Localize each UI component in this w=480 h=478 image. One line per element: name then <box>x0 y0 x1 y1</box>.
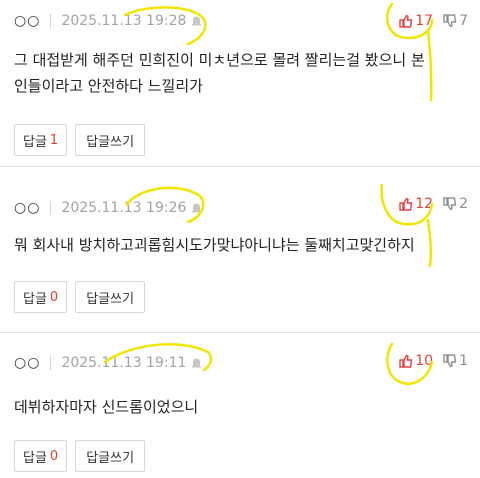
comment-actions: 답글 1 답글쓰기 <box>14 124 153 156</box>
comment-author: ○○ <box>14 13 41 29</box>
reply-count: 0 <box>49 448 59 464</box>
comment-item: ○○ 2025.11.13 19:28 17 7 그 대접받게 해주던 민희진이… <box>0 0 480 167</box>
bell-icon[interactable] <box>191 357 202 369</box>
thumbs-down-icon <box>443 197 457 211</box>
comment-meta: ○○ 2025.11.13 19:11 <box>14 352 202 374</box>
meta-divider <box>50 201 52 215</box>
comment-text-line: 그 대접받게 해주던 민희진이 미ㅊ년으로 몰려 짤리는걸 봤으니 본 <box>14 51 425 69</box>
comment-text-line: 데뷔하자마자 신드롬이었으니 <box>14 398 199 416</box>
comment-text: 데뷔하자마자 신드롬이었으니 <box>14 394 466 420</box>
comment-text: 뭐 회사내 방치하고괴롭힘시도가맞냐아니냐는 둘째치고맞긴하지 <box>14 232 466 258</box>
comment-author: ○○ <box>14 355 41 371</box>
bell-icon[interactable] <box>191 202 202 214</box>
reply-button[interactable]: 답글 0 <box>14 281 68 313</box>
bell-icon[interactable] <box>191 15 202 27</box>
thumbs-up-icon <box>399 14 413 28</box>
comment-item: ○○ 2025.11.13 19:26 12 2 뭐 회사내 방치하고괴롭힘시도… <box>0 166 480 333</box>
thumbs-down-icon <box>443 354 457 368</box>
comment-meta: ○○ 2025.11.13 19:28 <box>14 10 202 32</box>
downvote-count: 2 <box>459 196 468 212</box>
reply-label: 답글 <box>23 450 47 466</box>
comment-text-line: 뭐 회사내 방치하고괴롭힘시도가맞냐아니냐는 둘째치고맞긴하지 <box>14 236 415 254</box>
upvote-button[interactable]: 10 <box>399 353 433 369</box>
thumbs-up-icon <box>399 354 413 368</box>
comment-author: ○○ <box>14 200 41 216</box>
reply-button[interactable]: 답글 0 <box>14 440 68 472</box>
vote-group: 10 1 <box>399 350 468 372</box>
downvote-button[interactable]: 7 <box>443 13 468 29</box>
upvote-button[interactable]: 17 <box>399 13 433 29</box>
reply-label: 답글 <box>23 134 47 150</box>
meta-divider <box>50 14 52 28</box>
thumbs-down-icon <box>443 14 457 28</box>
write-reply-button[interactable]: 답글쓰기 <box>75 440 146 472</box>
meta-divider <box>50 356 52 370</box>
write-reply-button[interactable]: 답글쓰기 <box>75 124 146 156</box>
upvote-count: 10 <box>415 353 434 369</box>
comment-meta: ○○ 2025.11.13 19:26 <box>14 197 202 219</box>
downvote-button[interactable]: 2 <box>443 196 468 212</box>
comment-list: ○○ 2025.11.13 19:28 17 7 그 대접받게 해주던 민희진이… <box>0 0 480 478</box>
comment-actions: 답글 0 답글쓰기 <box>14 281 153 313</box>
comment-date: 2025.11.13 19:11 <box>61 355 187 371</box>
write-reply-button[interactable]: 답글쓰기 <box>75 281 146 313</box>
upvote-count: 17 <box>415 13 434 29</box>
comment-actions: 답글 0 답글쓰기 <box>14 440 153 472</box>
reply-count: 0 <box>49 289 59 305</box>
vote-group: 17 7 <box>399 10 468 32</box>
upvote-count: 12 <box>415 196 434 212</box>
thumbs-up-icon <box>399 197 413 211</box>
reply-label: 답글 <box>23 291 47 307</box>
comment-item: ○○ 2025.11.13 19:11 10 1 데뷔하자마자 신드롬이었으니 … <box>0 332 480 478</box>
comment-date: 2025.11.13 19:28 <box>61 13 187 29</box>
downvote-count: 7 <box>459 13 468 29</box>
reply-button[interactable]: 답글 1 <box>14 124 68 156</box>
downvote-button[interactable]: 1 <box>443 353 468 369</box>
upvote-button[interactable]: 12 <box>399 196 433 212</box>
downvote-count: 1 <box>459 353 468 369</box>
reply-count: 1 <box>49 132 59 148</box>
comment-date: 2025.11.13 19:26 <box>61 200 187 216</box>
comment-text: 그 대접받게 해주던 민희진이 미ㅊ년으로 몰려 짤리는걸 봤으니 본 인들이라… <box>14 47 466 99</box>
vote-group: 12 2 <box>399 193 468 215</box>
comment-text-line: 인들이라고 안전하다 느낄리가 <box>14 77 203 95</box>
